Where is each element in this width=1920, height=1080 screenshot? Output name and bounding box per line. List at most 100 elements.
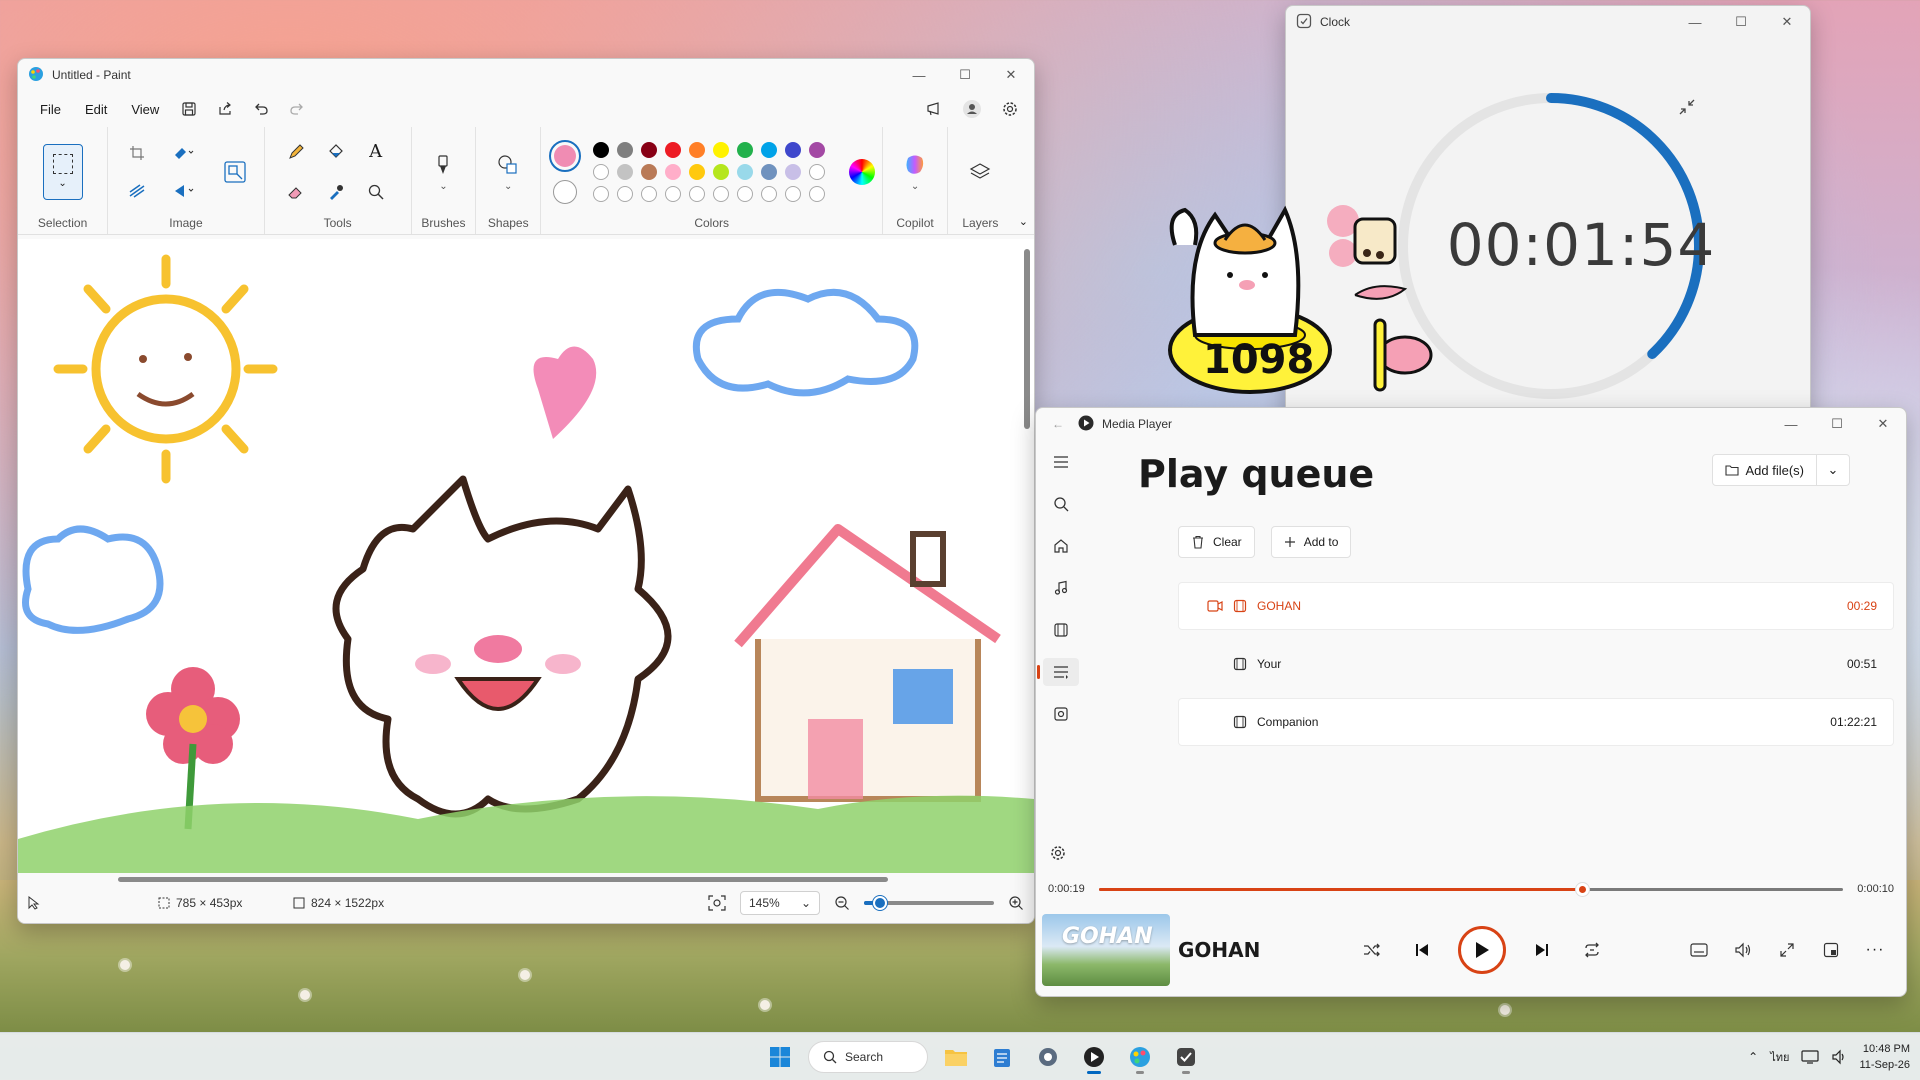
color-swatch[interactable] bbox=[760, 163, 777, 180]
settings-icon[interactable] bbox=[1050, 845, 1066, 864]
selection-button[interactable]: ⌄ bbox=[42, 143, 83, 200]
shuffle-icon[interactable] bbox=[1358, 936, 1386, 964]
maximize-button[interactable]: ☐ bbox=[942, 59, 988, 91]
clock-taskbar-icon[interactable] bbox=[1168, 1039, 1204, 1075]
more-options-icon[interactable]: ··· bbox=[1862, 937, 1888, 963]
zoom-in-icon[interactable] bbox=[1008, 895, 1024, 911]
magnifier-icon[interactable] bbox=[360, 178, 392, 206]
mini-player-icon[interactable] bbox=[1818, 937, 1844, 963]
color-swatch[interactable] bbox=[760, 141, 777, 158]
color-swatch[interactable] bbox=[784, 185, 801, 202]
queue-row[interactable]: Your 00:51 bbox=[1178, 640, 1894, 688]
flip-icon[interactable] bbox=[167, 177, 199, 205]
seek-bar[interactable] bbox=[1098, 882, 1844, 896]
undo-icon[interactable] bbox=[245, 95, 277, 123]
home-icon[interactable] bbox=[1043, 532, 1079, 560]
color-swatch[interactable] bbox=[664, 163, 681, 180]
add-files-button[interactable]: Add file(s) bbox=[1713, 455, 1817, 485]
color-swatch[interactable] bbox=[688, 141, 705, 158]
color-swatch[interactable] bbox=[784, 163, 801, 180]
zoom-out-icon[interactable] bbox=[834, 895, 850, 911]
color-swatch[interactable] bbox=[808, 141, 825, 158]
zoom-dropdown[interactable]: 145% ⌄ bbox=[740, 891, 820, 915]
eraser-icon[interactable] bbox=[280, 178, 312, 206]
fill-bucket-icon[interactable] bbox=[320, 138, 352, 166]
fullscreen-icon[interactable] bbox=[1774, 937, 1800, 963]
pencil-icon[interactable] bbox=[280, 138, 312, 166]
file-explorer-icon[interactable] bbox=[938, 1039, 974, 1075]
color-swatch[interactable] bbox=[640, 163, 657, 180]
fit-to-window-icon[interactable] bbox=[708, 895, 726, 911]
secondary-color[interactable] bbox=[552, 179, 577, 204]
vertical-scrollbar[interactable] bbox=[1024, 249, 1030, 429]
chevron-up-icon[interactable]: ⌃ bbox=[1748, 1050, 1758, 1064]
primary-color[interactable] bbox=[548, 139, 581, 172]
edit-colors-icon[interactable] bbox=[848, 158, 875, 185]
save-icon[interactable] bbox=[173, 95, 205, 123]
chevron-down-icon[interactable]: ⌄ bbox=[439, 181, 447, 192]
play-button[interactable] bbox=[1458, 926, 1506, 974]
previous-icon[interactable] bbox=[1408, 936, 1436, 964]
horizontal-scrollbar[interactable] bbox=[118, 877, 888, 882]
redo-icon[interactable] bbox=[281, 95, 313, 123]
account-icon[interactable] bbox=[956, 95, 988, 123]
menu-file[interactable]: File bbox=[30, 96, 71, 123]
text-icon[interactable]: A bbox=[360, 138, 392, 166]
play-queue-icon[interactable] bbox=[1037, 658, 1079, 686]
media-player-taskbar-icon[interactable] bbox=[1076, 1039, 1112, 1075]
queue-row[interactable]: GOHAN 00:29 bbox=[1178, 582, 1894, 630]
close-button[interactable]: ✕ bbox=[1860, 408, 1906, 440]
copilot-icon[interactable] bbox=[899, 151, 931, 179]
color-swatch[interactable] bbox=[640, 141, 657, 158]
color-swatch[interactable] bbox=[616, 185, 633, 202]
minimize-button[interactable]: — bbox=[1672, 6, 1718, 38]
search-icon[interactable] bbox=[1043, 490, 1079, 518]
paint-titlebar[interactable]: Untitled - Paint — ☐ ✕ bbox=[18, 59, 1034, 91]
music-library-icon[interactable] bbox=[1043, 574, 1079, 602]
color-swatch[interactable] bbox=[712, 141, 729, 158]
color-swatch[interactable] bbox=[688, 163, 705, 180]
chevron-down-icon[interactable]: ⌄ bbox=[504, 181, 512, 192]
volume-icon[interactable] bbox=[1730, 937, 1756, 963]
ribbon-collapse-icon[interactable]: ⌄ bbox=[1013, 127, 1034, 234]
clock-titlebar[interactable]: Clock — ☐ ✕ bbox=[1286, 6, 1810, 38]
shapes-icon[interactable] bbox=[492, 151, 524, 179]
network-icon[interactable] bbox=[1801, 1049, 1820, 1065]
hamburger-menu-icon[interactable] bbox=[1043, 448, 1079, 476]
minimize-button[interactable]: — bbox=[1768, 408, 1814, 440]
color-swatch[interactable] bbox=[784, 141, 801, 158]
captions-icon[interactable] bbox=[1686, 937, 1712, 963]
color-swatch[interactable] bbox=[616, 163, 633, 180]
color-swatch[interactable] bbox=[736, 141, 753, 158]
color-swatch[interactable] bbox=[592, 163, 609, 180]
start-button[interactable] bbox=[762, 1039, 798, 1075]
chevron-down-icon[interactable]: ⌄ bbox=[911, 181, 919, 192]
color-swatch[interactable] bbox=[712, 185, 729, 202]
brush-icon[interactable] bbox=[427, 151, 459, 179]
rotate-icon[interactable] bbox=[167, 139, 199, 167]
maximize-button[interactable]: ☐ bbox=[1814, 408, 1860, 440]
resize-icon[interactable] bbox=[219, 158, 251, 186]
next-icon[interactable] bbox=[1528, 936, 1556, 964]
maximize-button[interactable]: ☐ bbox=[1718, 6, 1764, 38]
share-icon[interactable] bbox=[209, 95, 241, 123]
zoom-slider[interactable] bbox=[864, 896, 994, 910]
background-removal-icon[interactable] bbox=[121, 177, 153, 205]
input-language[interactable]: ไทย bbox=[1770, 1048, 1789, 1066]
repeat-icon[interactable] bbox=[1578, 936, 1606, 964]
settings-icon[interactable] bbox=[994, 95, 1026, 123]
add-to-button[interactable]: Add to bbox=[1270, 526, 1352, 558]
color-picker-icon[interactable] bbox=[320, 178, 352, 206]
taskbar-clock[interactable]: 10:48 PM 11-Sep-26 bbox=[1859, 1041, 1910, 1073]
settings-app-icon[interactable] bbox=[1030, 1039, 1066, 1075]
crop-icon[interactable] bbox=[121, 139, 153, 167]
color-swatch[interactable] bbox=[592, 141, 609, 158]
media-titlebar[interactable]: ← Media Player — ☐ ✕ bbox=[1036, 408, 1906, 440]
back-arrow-icon[interactable]: ← bbox=[1052, 417, 1064, 431]
color-swatch[interactable] bbox=[712, 163, 729, 180]
seek-thumb[interactable] bbox=[1575, 882, 1589, 896]
color-swatch[interactable] bbox=[616, 141, 633, 158]
playlists-icon[interactable] bbox=[1043, 700, 1079, 728]
minimize-button[interactable]: — bbox=[896, 59, 942, 91]
album-art[interactable]: GOHAN bbox=[1042, 914, 1170, 986]
